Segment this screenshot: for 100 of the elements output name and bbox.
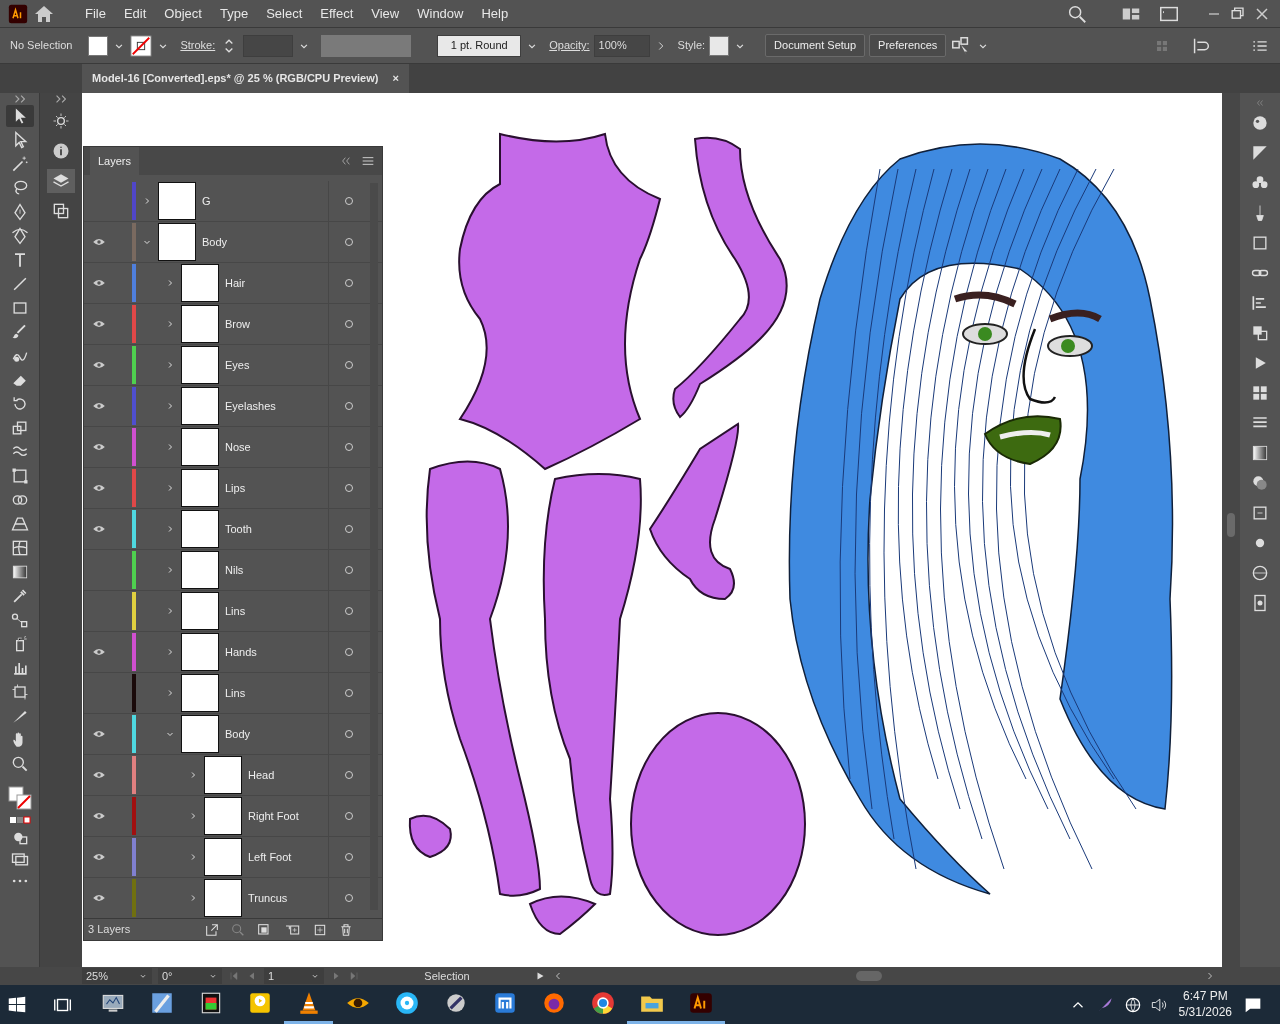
document-tab-title[interactable]: Model-16 [Converted].eps* @ 25 % (RGB/CPU Preview): [92, 70, 379, 87]
style-swatch[interactable]: [709, 35, 730, 56]
layer-thumbnail: [204, 756, 242, 794]
collapse-icon: [14, 95, 25, 103]
layer-thumbnail: [204, 838, 242, 876]
layer-name: Head: [247, 767, 276, 783]
layer-name: Lins: [224, 685, 247, 701]
layer-thumbnail: [158, 223, 196, 261]
target-circle-icon[interactable]: [342, 605, 355, 617]
export-icon[interactable]: [204, 921, 220, 938]
layer-thumbnail: [181, 551, 219, 589]
layer-name: Brow: [224, 316, 252, 332]
layer-thumbnail: [181, 674, 219, 712]
menu-item[interactable]: Select: [259, 1, 310, 26]
layer-thumbnail: [181, 305, 219, 343]
taskbar-clock[interactable]: 6:47 PM 5/31/2026: [1168, 988, 1242, 1021]
layer-thumbnail: [181, 592, 219, 630]
trash-icon[interactable]: [338, 921, 354, 938]
toolbar-button[interactable]: Document Setup: [765, 34, 866, 57]
layer-thumbnail: [158, 182, 196, 220]
layer-thumbnail: [181, 264, 219, 302]
target-circle-icon[interactable]: [342, 810, 355, 822]
target-circle-icon[interactable]: [342, 318, 355, 330]
clock-date: 5/31/2026: [1178, 1004, 1232, 1021]
pathfinder-icon[interactable]: [1250, 323, 1270, 343]
layer-thumbnail: [181, 428, 219, 466]
menu-item[interactable]: File: [78, 1, 113, 26]
fill-swatch[interactable]: [88, 35, 109, 56]
layer-thumbnail: [181, 469, 219, 507]
layer-thumbnail: [181, 715, 219, 753]
rotation-dropdown[interactable]: 0°: [158, 968, 222, 984]
stroke-none-swatch[interactable]: [130, 34, 153, 57]
target-circle-icon[interactable]: [342, 564, 355, 576]
target-circle-icon[interactable]: [342, 236, 355, 248]
target-circle-icon[interactable]: [342, 646, 355, 658]
menu-item[interactable]: Window: [410, 1, 471, 26]
color-icon[interactable]: [1250, 113, 1270, 133]
menu-item[interactable]: Effect: [313, 1, 361, 26]
stroke-label: Stroke:: [180, 38, 216, 54]
layer-name: Body: [224, 726, 252, 742]
menu-item[interactable]: View: [364, 1, 407, 26]
target-circle-icon[interactable]: [342, 400, 355, 412]
artboards-icon: [51, 201, 71, 221]
illustrator-icon: [687, 990, 714, 1016]
last-artboard-icon: [348, 970, 360, 982]
variable-width-field[interactable]: [321, 34, 412, 57]
scrollbar-thumb[interactable]: [856, 971, 882, 981]
panel-button[interactable]: [47, 169, 75, 193]
target-circle-icon[interactable]: [342, 523, 355, 535]
target-circle-icon[interactable]: [342, 482, 355, 494]
first-artboard-icon: [228, 970, 240, 982]
layer-name: Lips: [224, 480, 247, 496]
target-circle-icon[interactable]: [342, 728, 355, 740]
target-circle-icon[interactable]: [342, 892, 355, 904]
fill-stroke-icon[interactable]: [6, 785, 33, 811]
layer-name: Nils: [224, 562, 245, 578]
scrollbar-thumb[interactable]: [1227, 513, 1235, 537]
toolbar-button[interactable]: Preferences: [869, 34, 947, 57]
menu-item[interactable]: Type: [212, 1, 256, 26]
chrome-icon: [589, 990, 616, 1016]
appearance-icon[interactable]: [1250, 473, 1270, 493]
layer-thumbnail: [204, 879, 242, 917]
info-icon: [51, 141, 71, 161]
film-reel-icon: [393, 990, 420, 1016]
swatches-icon[interactable]: [1250, 383, 1270, 403]
menu-item[interactable]: Edit: [116, 1, 154, 26]
target-circle-icon[interactable]: [342, 851, 355, 863]
layer-name: Hair: [224, 275, 247, 291]
collapse-icon: [56, 95, 66, 103]
target-circle-icon[interactable]: [342, 359, 355, 371]
layer-name: G: [201, 193, 212, 209]
target-circle-icon[interactable]: [342, 277, 355, 289]
menu-item[interactable]: Object: [157, 1, 209, 26]
layer-name: Hands: [224, 644, 258, 660]
target-circle-icon[interactable]: [342, 195, 355, 207]
layer-count: 3 Layers: [88, 922, 131, 938]
layer-name: Left Foot: [247, 849, 293, 865]
brush-field[interactable]: 1 pt. Round: [437, 34, 522, 57]
layer-name: Right Foot: [247, 808, 300, 824]
artboard-dropdown[interactable]: 1: [264, 968, 324, 984]
layer-name: Eyelashes: [224, 398, 277, 414]
current-tool-label: Selection: [423, 968, 471, 984]
style-label: Style:: [677, 38, 706, 54]
tool-button[interactable]: [5, 105, 34, 127]
zoom-dropdown[interactable]: 25%: [82, 968, 152, 984]
layer-name: Eyes: [224, 357, 251, 373]
tab-close-button[interactable]: ×: [392, 70, 399, 87]
target-circle-icon[interactable]: [342, 769, 355, 781]
play-icon[interactable]: [534, 970, 546, 982]
selection-status: No Selection: [10, 38, 73, 54]
layer-name: Lins: [224, 603, 247, 619]
layer-thumbnail: [204, 797, 242, 835]
target-circle-icon[interactable]: [342, 687, 355, 699]
menu-item[interactable]: Help: [474, 1, 516, 26]
panel-tab[interactable]: Layers: [90, 146, 140, 176]
target-circle-icon[interactable]: [342, 441, 355, 453]
layer-name: Tooth: [224, 521, 253, 537]
opacity-field[interactable]: 100%: [593, 34, 650, 57]
gradient-box-icon[interactable]: [1250, 443, 1270, 463]
clipping-mask-icon[interactable]: [256, 921, 272, 938]
